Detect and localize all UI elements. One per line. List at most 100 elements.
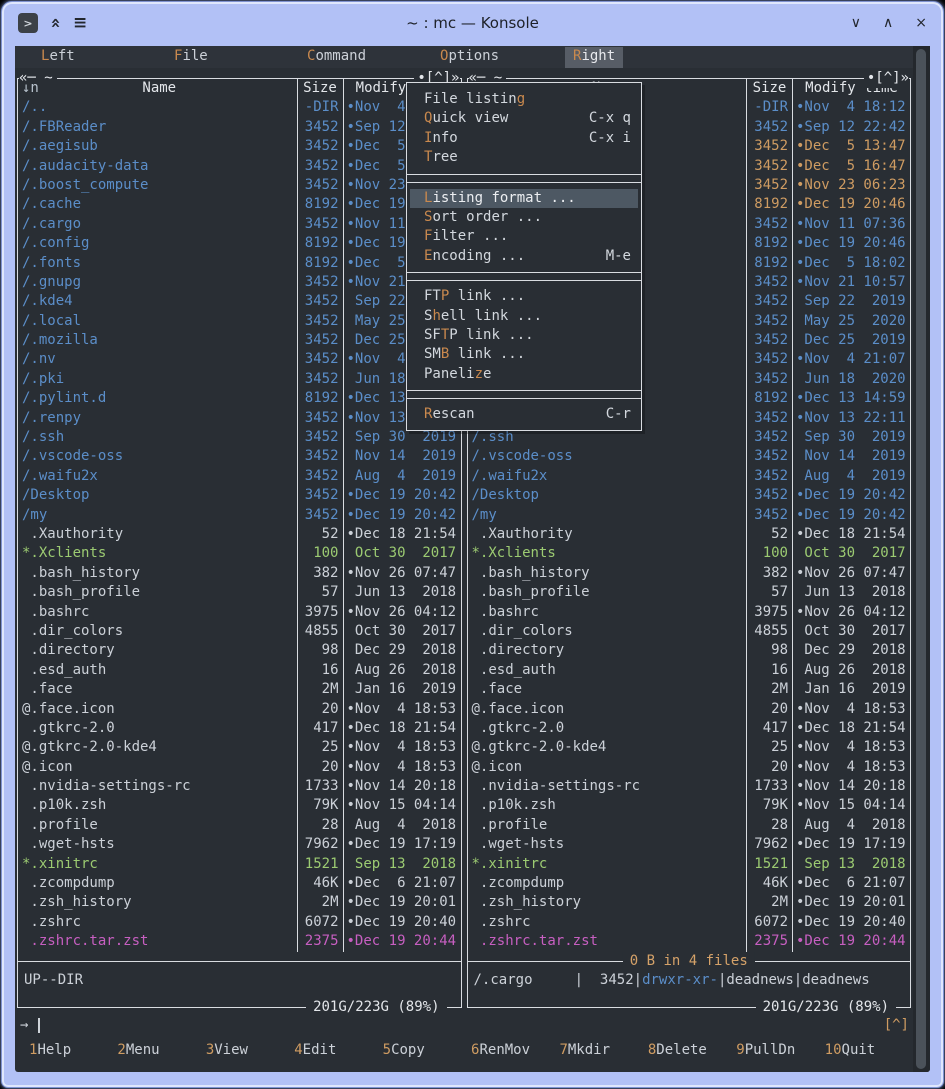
file-row-icon[interactable]: @.icon20•Nov 4 18:53 — [468, 758, 911, 777]
menubar-item-right[interactable]: Right — [565, 47, 623, 68]
fn-key-4-edit[interactable]: 4Edit — [294, 1041, 382, 1060]
file-row-fbreader[interactable]: /.FBReader3452•Sep 12 22:42 — [18, 118, 461, 137]
menu-item-shell-link[interactable]: Shell link ... — [407, 307, 641, 326]
file-row-xclients[interactable]: *.Xclients100 Oct 30 2017 — [18, 544, 461, 563]
hamburger-menu-icon[interactable]: ≡ — [73, 13, 87, 33]
fn-key-7-mkdir[interactable]: 7Mkdir — [559, 1041, 647, 1060]
file-row-audacity-data[interactable]: /.audacity-data3452•Dec 5 16:47 — [18, 157, 461, 176]
file-row-vscode-oss[interactable]: /.vscode-oss3452 Nov 14 2019 — [18, 447, 461, 466]
file-row-gtkrc-2-0[interactable]: .gtkrc-2.0417•Dec 18 21:54 — [18, 719, 461, 738]
file-row-face-icon[interactable]: @.face.icon20•Nov 4 18:53 — [18, 700, 461, 719]
menu-item-ftp-link[interactable]: FTP link ... — [407, 287, 641, 306]
file-row-esd-auth[interactable]: .esd_auth16 Aug 26 2018 — [18, 661, 461, 680]
file-row-bash-profile[interactable]: .bash_profile57 Jun 13 2018 — [468, 583, 911, 602]
menubar-item-command[interactable]: Command — [299, 47, 374, 68]
menubar-item-file[interactable]: File — [166, 47, 216, 68]
file-row-bash-profile[interactable]: .bash_profile57 Jun 13 2018 — [18, 583, 461, 602]
fn-key-6-renmov[interactable]: 6RenMov — [471, 1041, 559, 1060]
menu-item-rescan[interactable]: RescanC-r — [407, 405, 641, 424]
file-row-gtkrc-2-0-kde4[interactable]: @.gtkrc-2.0-kde425•Nov 4 18:53 — [18, 738, 461, 757]
file-row-my[interactable]: /my3452•Dec 19 20:42 — [18, 506, 461, 525]
file-row-fonts[interactable]: /.fonts8192•Dec 5 18:02 — [18, 254, 461, 273]
file-row-esd-auth[interactable]: .esd_auth16 Aug 26 2018 — [468, 661, 911, 680]
file-row-[interactable]: /..-DIR•Nov 4 18:12 — [18, 98, 461, 117]
maximize-button[interactable]: ∧ — [883, 15, 893, 31]
file-row-nvidia-settings-rc[interactable]: .nvidia-settings-rc1733•Nov 14 20:18 — [468, 777, 911, 796]
menu-item-filter[interactable]: Filter ... — [407, 227, 641, 246]
menu-item-sftp-link[interactable]: SFTP link ... — [407, 326, 641, 345]
file-row-wget-hsts[interactable]: .wget-hsts7962•Dec 19 17:19 — [468, 835, 911, 854]
file-row-zshrc-tar-zst[interactable]: .zshrc.tar.zst2375•Dec 19 20:44 — [18, 932, 461, 951]
file-row-zshrc[interactable]: .zshrc6072•Dec 19 20:40 — [468, 913, 911, 932]
file-row-pki[interactable]: /.pki3452 Jun 18 2020 — [18, 370, 461, 389]
file-row-bashrc[interactable]: .bashrc3975•Nov 26 04:12 — [18, 603, 461, 622]
menubar-item-options[interactable]: Options — [432, 47, 507, 68]
file-row-bash-history[interactable]: .bash_history382•Nov 26 07:47 — [468, 564, 911, 583]
file-row-xinitrc[interactable]: *.xinitrc1521 Sep 13 2018 — [468, 855, 911, 874]
file-row-my[interactable]: /my3452•Dec 19 20:42 — [468, 506, 911, 525]
file-row-nv[interactable]: /.nv3452•Nov 4 21:07 — [18, 350, 461, 369]
file-row-gtkrc-2-0[interactable]: .gtkrc-2.0417•Dec 18 21:54 — [468, 719, 911, 738]
fn-key-3-view[interactable]: 3View — [206, 1041, 294, 1060]
scrollbar-thumb[interactable] — [916, 49, 926, 1069]
file-row-wget-hsts[interactable]: .wget-hsts7962•Dec 19 17:19 — [18, 835, 461, 854]
titlebar[interactable]: > » ≡ ~ : mc — Konsole ∨ ∧ × — [2, 2, 943, 42]
file-row-dir-colors[interactable]: .dir_colors4855 Oct 30 2017 — [468, 622, 911, 641]
file-row-pylint-d[interactable]: /.pylint.d8192•Dec 13 14:59 — [18, 389, 461, 408]
file-row-local[interactable]: /.local3452 May 25 2020 — [18, 312, 461, 331]
file-row-directory[interactable]: .directory98 Dec 29 2018 — [18, 641, 461, 660]
file-row-p10k-zsh[interactable]: .p10k.zsh79K•Nov 15 04:14 — [468, 796, 911, 815]
scrollbar-track[interactable] — [913, 46, 930, 1072]
file-row-dir-colors[interactable]: .dir_colors4855 Oct 30 2017 — [18, 622, 461, 641]
file-row-xclients[interactable]: *.Xclients100 Oct 30 2017 — [468, 544, 911, 563]
file-row-profile[interactable]: .profile28 Aug 4 2018 — [18, 816, 461, 835]
menubar-item-left[interactable]: Left — [33, 47, 83, 68]
file-row-directory[interactable]: .directory98 Dec 29 2018 — [468, 641, 911, 660]
menu-item-smb-link[interactable]: SMB link ... — [407, 345, 641, 364]
menu-item-tree[interactable]: Tree — [407, 148, 641, 167]
fn-key-10-quit[interactable]: 10Quit — [825, 1041, 913, 1060]
file-row-vscode-oss[interactable]: /.vscode-oss3452 Nov 14 2019 — [468, 447, 911, 466]
file-row-zshrc-tar-zst[interactable]: .zshrc.tar.zst2375•Dec 19 20:44 — [468, 932, 911, 951]
menu-item-quick-view[interactable]: Quick viewC-x q — [407, 109, 641, 128]
file-row-profile[interactable]: .profile28 Aug 4 2018 — [468, 816, 911, 835]
fn-key-9-pulldn[interactable]: 9PullDn — [736, 1041, 824, 1060]
menu-item-listing-format[interactable]: Listing format ... — [410, 189, 638, 208]
file-row-ssh[interactable]: /.ssh3452 Sep 30 2019 — [18, 428, 461, 447]
file-row-waifu2x[interactable]: /.waifu2x3452 Aug 4 2019 — [468, 467, 911, 486]
file-row-mozilla[interactable]: /.mozilla3452 Dec 25 2019 — [18, 331, 461, 350]
command-line[interactable]: → [^] — [15, 1016, 913, 1035]
file-row-xinitrc[interactable]: *.xinitrc1521 Sep 13 2018 — [18, 855, 461, 874]
column-header-name[interactable]: Name — [142, 80, 176, 96]
file-row-bash-history[interactable]: .bash_history382•Nov 26 07:47 — [18, 564, 461, 583]
file-row-face[interactable]: .face2M Jan 16 2019 — [468, 680, 911, 699]
file-row-desktop[interactable]: /Desktop3452•Dec 19 20:42 — [18, 486, 461, 505]
file-row-icon[interactable]: @.icon20•Nov 4 18:53 — [18, 758, 461, 777]
file-row-xauthority[interactable]: .Xauthority52•Dec 18 21:54 — [18, 525, 461, 544]
column-header-size[interactable]: Size — [746, 79, 792, 98]
file-row-face[interactable]: .face2M Jan 16 2019 — [18, 680, 461, 699]
file-row-xauthority[interactable]: .Xauthority52•Dec 18 21:54 — [468, 525, 911, 544]
file-row-zcompdump[interactable]: .zcompdump46K•Dec 6 21:07 — [18, 874, 461, 893]
panel-up-indicator[interactable]: [^] — [884, 1016, 909, 1035]
file-row-boost-compute[interactable]: /.boost_compute3452•Nov 23 06:23 — [18, 176, 461, 195]
fn-key-8-delete[interactable]: 8Delete — [648, 1041, 736, 1060]
menu-item-sort-order[interactable]: Sort order ... — [407, 208, 641, 227]
close-button[interactable]: × — [915, 15, 927, 31]
file-row-renpy[interactable]: /.renpy3452•Nov 13 22:11 — [18, 409, 461, 428]
file-row-cache[interactable]: /.cache8192•Dec 19 20:46 — [18, 195, 461, 214]
file-row-face-icon[interactable]: @.face.icon20•Nov 4 18:53 — [468, 700, 911, 719]
menu-item-encoding[interactable]: Encoding ...M-e — [407, 247, 641, 266]
keep-above-icon[interactable]: » — [45, 18, 65, 29]
fn-key-2-menu[interactable]: 2Menu — [117, 1041, 205, 1060]
minimize-button[interactable]: ∨ — [851, 15, 861, 31]
column-header-size[interactable]: Size — [297, 79, 343, 98]
panel-history-marker[interactable]: •[^]» — [864, 69, 909, 88]
file-row-gtkrc-2-0-kde4[interactable]: @.gtkrc-2.0-kde425•Nov 4 18:53 — [468, 738, 911, 757]
file-row-zcompdump[interactable]: .zcompdump46K•Dec 6 21:07 — [468, 874, 911, 893]
file-row-cargo[interactable]: /.cargo3452•Nov 11 07:36 — [18, 215, 461, 234]
file-row-p10k-zsh[interactable]: .p10k.zsh79K•Nov 15 04:14 — [18, 796, 461, 815]
file-row-waifu2x[interactable]: /.waifu2x3452 Aug 4 2019 — [18, 467, 461, 486]
file-row-aegisub[interactable]: /.aegisub3452•Dec 5 13:47 — [18, 137, 461, 156]
menu-item-info[interactable]: InfoC-x i — [407, 129, 641, 148]
